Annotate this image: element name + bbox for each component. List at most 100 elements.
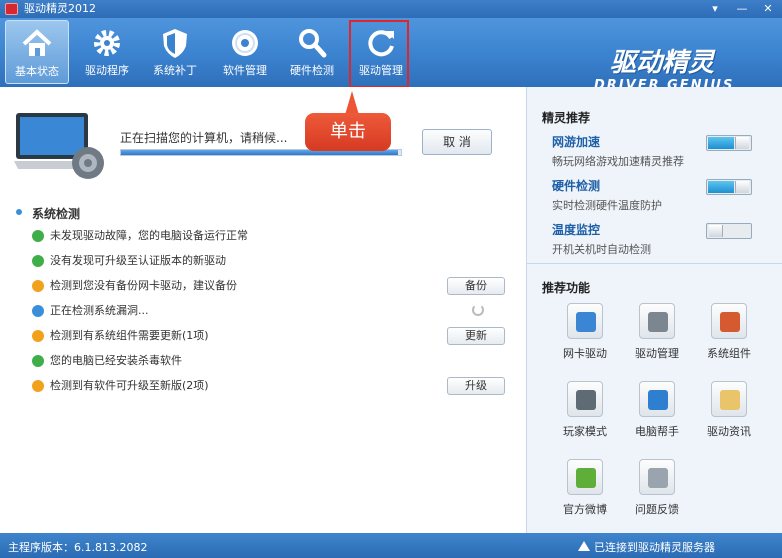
recommend-toggle[interactable] — [706, 135, 752, 151]
warn-status-icon — [32, 280, 44, 292]
ok-status-icon — [32, 255, 44, 267]
check-row-action-button[interactable]: 备份 — [447, 277, 505, 295]
feature-item[interactable]: 驱动管理 — [627, 303, 687, 373]
disc-icon — [232, 30, 258, 56]
feature-item[interactable]: 系统组件 — [699, 303, 759, 373]
toggle-knob — [735, 181, 749, 193]
check-row-text: 检测到有系统组件需要更新(1项) — [50, 329, 209, 342]
cancel-button[interactable]: 取 消 — [422, 129, 492, 155]
tab-label: 软件管理 — [223, 64, 267, 77]
server-connection-text: 已连接到驱动精灵服务器 — [594, 541, 715, 554]
feature-label: 系统组件 — [707, 347, 751, 360]
warn-status-icon — [32, 330, 44, 342]
feature-label: 玩家模式 — [563, 425, 607, 438]
tab-drivers[interactable]: 驱动程序 — [75, 20, 139, 84]
click-callout: 单击 — [305, 91, 391, 151]
tab-highlight-box — [349, 20, 409, 88]
mixer-icon — [567, 381, 603, 417]
network-card-icon — [567, 303, 603, 339]
check-row-action-button[interactable]: 升级 — [447, 377, 505, 395]
check-row: 正在检测系统漏洞... — [32, 302, 512, 324]
section-bullet-icon — [16, 209, 22, 215]
status-bar: 主程序版本：6.1.813.2082 已连接到驱动精灵服务器 — [0, 533, 782, 558]
tab-system-patch[interactable]: 系统补丁 — [143, 20, 207, 84]
check-row-text: 检测到有软件可升级至新版(2项) — [50, 379, 209, 392]
check-row: 检测到您没有备份网卡驱动，建议备份 备份 — [32, 277, 512, 299]
features-title: 推荐功能 — [542, 281, 591, 295]
side-panel: 精灵推荐 网游加速畅玩网络游戏加速精灵推荐硬件检测实时检测硬件温度防护温度监控开… — [526, 87, 782, 533]
check-row-text: 您的电脑已经安装杀毒软件 — [50, 354, 182, 367]
tab-label: 硬件检测 — [290, 64, 334, 77]
recommend-toggle[interactable] — [706, 179, 752, 195]
warn-status-icon — [32, 380, 44, 392]
home-icon — [22, 29, 52, 56]
main-panel: 正在扫描您的计算机，请稍候... 取 消 系统检测 未发现驱动故障，您的电脑设备… — [0, 87, 526, 533]
recommend-item: 温度监控开机关机时自动检测 — [552, 221, 772, 261]
recommend-item-name[interactable]: 硬件检测 — [552, 177, 600, 194]
news-icon — [711, 381, 747, 417]
magnifier-icon — [299, 29, 327, 58]
toggle-knob — [735, 137, 749, 149]
recommend-toggle[interactable] — [706, 223, 752, 239]
check-row-text: 没有发现可升级至认证版本的新驱动 — [50, 254, 226, 267]
system-tools-icon — [711, 303, 747, 339]
app-logo-icon — [5, 3, 18, 15]
title-bar: 驱动精灵2012 ▾ — ✕ — [0, 0, 782, 18]
feature-item[interactable]: 网卡驱动 — [555, 303, 615, 373]
shield-icon — [163, 29, 187, 58]
check-row-text: 未发现驱动故障，您的电脑设备运行正常 — [50, 229, 248, 242]
feedback-icon — [639, 459, 675, 495]
feature-label: 驱动管理 — [635, 347, 679, 360]
feature-item[interactable]: 玩家模式 — [555, 381, 615, 451]
check-row: 未发现驱动故障，您的电脑设备运行正常 — [32, 227, 512, 249]
feature-label: 网卡驱动 — [563, 347, 607, 360]
gear-icon — [94, 30, 120, 56]
tab-hardware-check[interactable]: 硬件检测 — [280, 20, 344, 84]
brand-name-cn: 驱动精灵 — [610, 48, 715, 78]
tab-basic-status[interactable]: 基本状态 — [5, 20, 69, 84]
recommend-item-desc: 开机关机时自动检测 — [552, 243, 651, 256]
feature-item[interactable]: 问题反馈 — [627, 459, 687, 529]
tab-label: 驱动程序 — [85, 64, 129, 77]
check-row: 检测到有系统组件需要更新(1项) 更新 — [32, 327, 512, 349]
feature-item[interactable]: 驱动资讯 — [699, 381, 759, 451]
feature-item[interactable]: 电脑帮手 — [627, 381, 687, 451]
window-title: 驱动精灵2012 — [24, 2, 96, 15]
minimize-button[interactable]: — — [733, 1, 751, 16]
ok-status-icon — [32, 355, 44, 367]
feature-item[interactable]: 官方微博 — [555, 459, 615, 529]
check-row-text: 正在检测系统漏洞... — [50, 304, 149, 317]
callout-pointer — [345, 91, 359, 115]
recommend-item: 网游加速畅玩网络游戏加速精灵推荐 — [552, 133, 772, 173]
system-check-title: 系统检测 — [32, 207, 81, 221]
callout-text: 单击 — [305, 113, 391, 151]
feature-label: 官方微博 — [563, 503, 607, 516]
check-row: 您的电脑已经安装杀毒软件 — [32, 352, 512, 374]
tab-label: 基本状态 — [15, 65, 59, 78]
toggle-knob — [709, 225, 723, 237]
feature-label: 驱动资讯 — [707, 425, 751, 438]
feature-label: 电脑帮手 — [635, 425, 679, 438]
tab-software-mgmt[interactable]: 软件管理 — [213, 20, 277, 84]
ok-status-icon — [32, 230, 44, 242]
recommend-item-name[interactable]: 网游加速 — [552, 133, 600, 150]
driver-gears-icon — [639, 303, 675, 339]
menu-dropdown-button[interactable]: ▾ — [706, 1, 724, 16]
recommend-item-desc: 畅玩网络游戏加速精灵推荐 — [552, 155, 684, 168]
recommend-item-desc: 实时检测硬件温度防护 — [552, 199, 662, 212]
recommend-title: 精灵推荐 — [542, 111, 591, 125]
check-row-action-button[interactable]: 更新 — [447, 327, 505, 345]
feature-label: 问题反馈 — [635, 503, 679, 516]
loading-spinner-icon — [472, 304, 484, 316]
scan-status-text: 正在扫描您的计算机，请稍候... — [120, 131, 288, 145]
check-row: 检测到有软件可升级至新版(2项) 升级 — [32, 377, 512, 399]
tab-label: 系统补丁 — [153, 64, 197, 77]
users-icon — [639, 381, 675, 417]
recommend-item: 硬件检测实时检测硬件温度防护 — [552, 177, 772, 217]
version-text: 主程序版本：6.1.813.2082 — [8, 541, 148, 554]
weibo-icon — [567, 459, 603, 495]
recommend-item-name[interactable]: 温度监控 — [552, 221, 600, 238]
check-row: 没有发现可升级至认证版本的新驱动 — [32, 252, 512, 274]
toggle-on-fill — [708, 137, 734, 149]
close-button[interactable]: ✕ — [759, 1, 777, 16]
